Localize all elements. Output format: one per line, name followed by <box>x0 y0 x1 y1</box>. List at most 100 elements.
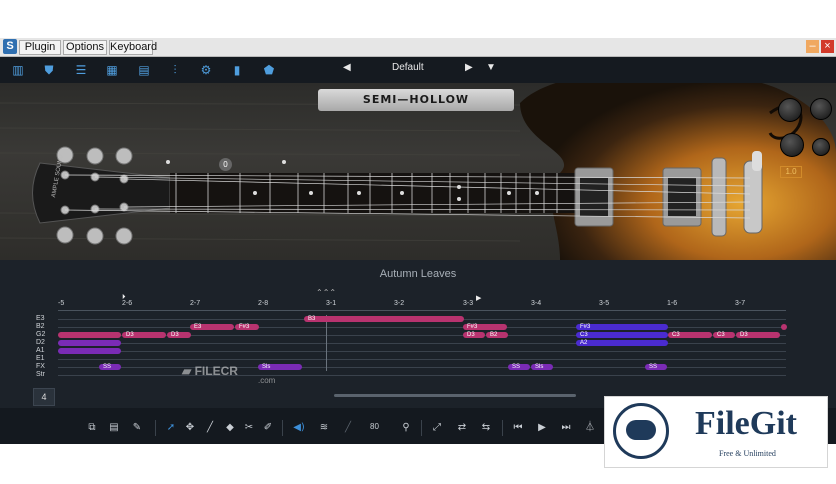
menu-keyboard[interactable]: Keyboard <box>109 40 157 55</box>
minimize-icon[interactable]: – <box>806 40 819 53</box>
preset-prev-button[interactable]: ◀ <box>343 62 351 73</box>
page-number[interactable]: 4 <box>33 388 55 406</box>
note[interactable]: D3 <box>736 332 780 338</box>
fx-note[interactable]: Sls <box>531 364 553 370</box>
shield-pick-icon[interactable]: ⬟ <box>262 63 276 77</box>
eraser-icon[interactable]: ◆ <box>224 422 236 434</box>
horizontal-scrollbar[interactable] <box>334 394 576 397</box>
ruler-label: 3-5 <box>599 300 610 307</box>
menu-plugin[interactable]: Plugin <box>19 40 61 55</box>
string-lane <box>58 327 786 328</box>
skip-forward-icon[interactable]: ⏭ <box>560 422 572 434</box>
bars-icon[interactable]: ▮ <box>230 63 244 77</box>
filecr-sub: .com <box>258 376 276 385</box>
pickup-switch[interactable] <box>752 151 762 171</box>
copy-icon[interactable]: ⧉ <box>86 422 98 434</box>
tuner-icon[interactable]: ▥ <box>11 63 25 77</box>
string-lane <box>58 343 786 344</box>
string-label: FX <box>36 363 45 370</box>
main-toolbar: ▥ ⛊ ☰ ▦ ▤ ⫶ ⚙ ▮ ⬟ ◀ Default ▶ ▼ <box>0 57 836 83</box>
note[interactable]: C3 <box>668 332 712 338</box>
gear-icon[interactable]: ⚙ <box>199 63 213 77</box>
pencil-icon[interactable]: ╱ <box>204 422 216 434</box>
capo-marker[interactable]: 0 <box>219 158 232 171</box>
note[interactable] <box>58 340 121 346</box>
metronome-icon[interactable]: ⏃ <box>584 422 596 434</box>
note[interactable]: C3 <box>713 332 735 338</box>
note[interactable]: D3 <box>122 332 166 338</box>
pick-icon[interactable]: ⛊ <box>42 63 56 77</box>
note[interactable]: E3 <box>190 324 234 330</box>
playhead-marker[interactable]: ▶ <box>476 294 481 302</box>
select-icon[interactable]: ➚ <box>165 422 177 434</box>
mixer-icon[interactable]: ☰ <box>74 63 88 77</box>
note[interactable]: D3 <box>463 332 485 338</box>
plugin-window: S Plugin Options Keyboard – × ▥ ⛊ ☰ ▦ ▤ … <box>0 38 836 444</box>
note[interactable]: D3 <box>167 332 191 338</box>
edit-icon[interactable]: ✎ <box>131 422 143 434</box>
separator <box>155 420 156 436</box>
note[interactable] <box>58 332 121 338</box>
preset-next-button[interactable]: ▶ <box>465 62 473 73</box>
note[interactable] <box>58 348 121 354</box>
separator <box>502 420 503 436</box>
filecr-logo-icon: ▰ <box>182 364 192 378</box>
ruler-label: 1-6 <box>667 300 678 307</box>
fx-note[interactable]: SS <box>645 364 667 370</box>
tone-knob[interactable] <box>778 98 802 122</box>
brush-icon[interactable]: ✐ <box>262 422 274 434</box>
string-lane <box>58 359 786 360</box>
volume-knob[interactable] <box>810 98 832 120</box>
move-icon[interactable]: ✥ <box>184 422 196 434</box>
note[interactable]: F#3 <box>576 324 668 330</box>
instrument-logo: SEMI—HOLLOW <box>318 89 514 111</box>
menu-options[interactable]: Options <box>63 40 107 55</box>
play-icon[interactable]: ▶ <box>536 422 548 434</box>
fx-note[interactable]: Sls <box>258 364 302 370</box>
ruler-label: 3-2 <box>394 300 405 307</box>
tempo-value[interactable]: 80 <box>370 422 379 431</box>
bar-line <box>326 315 327 371</box>
ruler-label: 3-4 <box>531 300 542 307</box>
shuffle-icon[interactable]: ⇄ <box>456 422 468 434</box>
note[interactable]: C3 <box>576 332 668 338</box>
string-lane <box>58 375 786 376</box>
preset-name[interactable]: Default <box>392 62 424 73</box>
tab-editor: Autumn Leaves ⌃⌃⌃ -5 2-6 2-7 2-8 3-1 3-2… <box>0 260 836 408</box>
note[interactable]: B2 <box>486 332 508 338</box>
ruler-line <box>58 310 786 311</box>
guitar-view: SEMI—HOLLOW AMPLE SOUND 0 1.0 <box>0 83 836 260</box>
mini-knob[interactable] <box>812 138 830 156</box>
filecr-watermark: ▰ FILECR <box>182 364 238 378</box>
note[interactable]: F#3 <box>463 324 507 330</box>
speaker-icon[interactable]: ◀) <box>293 422 305 434</box>
ruler-label: -5 <box>58 300 65 307</box>
fx-note[interactable]: SS <box>508 364 530 370</box>
note[interactable]: F#3 <box>235 324 259 330</box>
paste-icon[interactable]: ▤ <box>108 422 120 434</box>
app-icon[interactable]: S <box>3 39 17 54</box>
note[interactable]: A2 <box>576 340 668 346</box>
string-lane <box>58 351 786 352</box>
preset-menu-button[interactable]: ▼ <box>486 62 496 73</box>
scissors-icon[interactable]: ✂ <box>243 422 255 434</box>
wave-icon[interactable]: ≋ <box>318 422 330 434</box>
string-label: E1 <box>36 355 45 362</box>
skip-back-icon[interactable]: ⏮ <box>512 422 524 434</box>
fx-note[interactable]: SS <box>99 364 121 370</box>
scroll-indicator-icon[interactable]: ⌃⌃⌃ <box>316 288 336 297</box>
pin-icon[interactable]: ⚲ <box>400 422 412 434</box>
ruler-label: 3-7 <box>735 300 746 307</box>
close-icon[interactable]: × <box>821 40 834 53</box>
reverse-icon[interactable]: ⇆ <box>480 422 492 434</box>
ruler-label: 2-8 <box>258 300 269 307</box>
note[interactable] <box>781 324 787 330</box>
sliders-icon[interactable]: ⫶ <box>168 63 182 77</box>
note[interactable]: B3 <box>304 316 464 322</box>
master-knob[interactable] <box>780 133 804 157</box>
settings-page-icon[interactable]: ▤ <box>137 63 151 77</box>
separator <box>282 420 283 436</box>
grid-icon[interactable]: ▦ <box>105 63 119 77</box>
loop-start-marker[interactable]: ⏵ <box>122 293 126 302</box>
loop-icon[interactable]: ⤢ <box>431 422 443 434</box>
